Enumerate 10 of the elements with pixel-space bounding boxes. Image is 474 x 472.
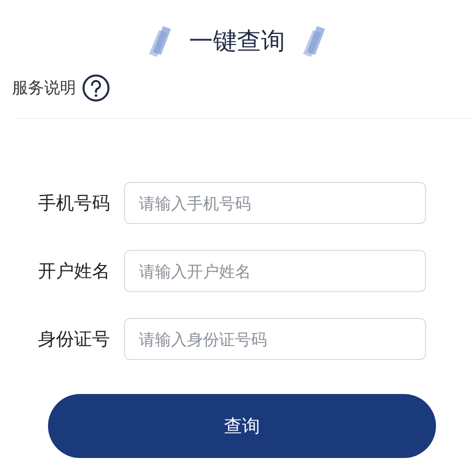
field-label: 身份证号	[37, 328, 110, 351]
field-label: 开户姓名	[37, 260, 110, 283]
input-field[interactable]: 请输入开户姓名	[124, 250, 426, 292]
query-button[interactable]: 查询	[48, 394, 436, 458]
field-label: 手机号码	[37, 192, 110, 215]
service-note-label: 服务说明	[12, 78, 76, 98]
input-field[interactable]: 请输入手机号码	[124, 182, 426, 224]
input-field[interactable]: 请输入身份证号码	[124, 318, 426, 360]
page-title: 一键查询	[189, 26, 285, 57]
help-icon[interactable]	[82, 74, 110, 102]
